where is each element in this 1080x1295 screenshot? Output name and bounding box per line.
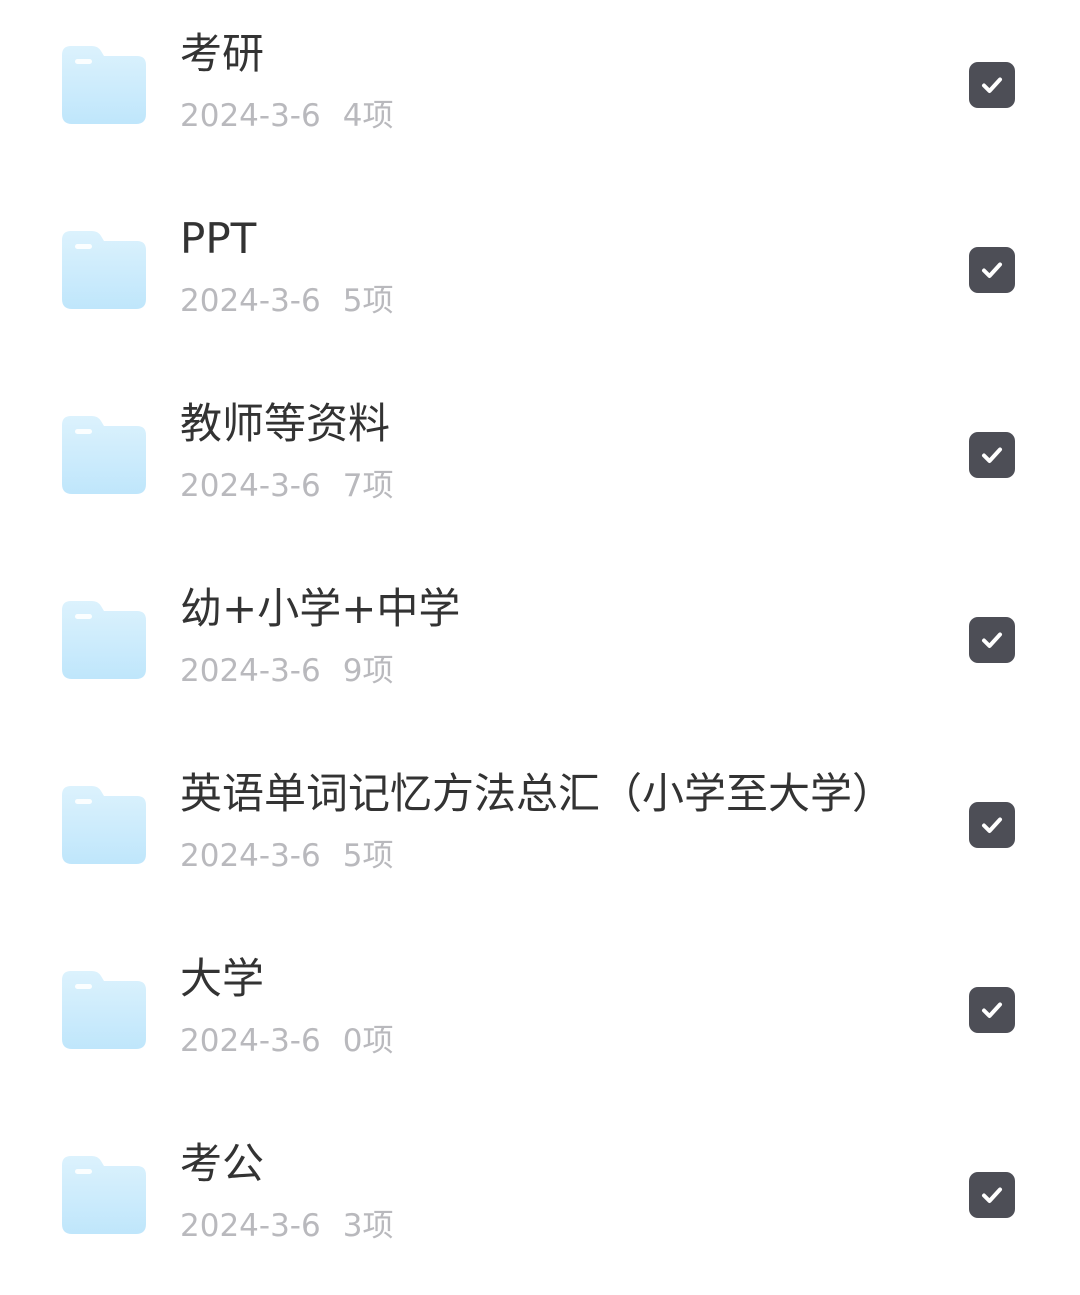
folder-item-count: 7项 (342, 468, 394, 504)
select-checkbox[interactable] (969, 432, 1015, 478)
folder-list: 考研 2024-3-6 4项 PPT 2024-3-6 5项 教师等资料 2024-… (0, 0, 1080, 1250)
folder-row[interactable]: 考公 2024-3-6 3项 (0, 1110, 1080, 1295)
checkmark-icon (982, 1002, 1002, 1018)
folder-meta: 2024-3-6 9项 (180, 651, 393, 691)
folder-icon (62, 970, 146, 1050)
select-checkbox[interactable] (969, 247, 1015, 293)
folder-icon (62, 230, 146, 310)
checkmark-icon (982, 447, 1002, 463)
folder-icon (62, 415, 146, 495)
select-checkbox[interactable] (969, 62, 1015, 108)
folder-date: 2024-3-6 (180, 1208, 321, 1244)
folder-meta: 2024-3-6 5项 (180, 281, 393, 321)
folder-name: PPT (180, 214, 257, 263)
folder-meta: 2024-3-6 0项 (180, 1021, 393, 1061)
folder-icon (62, 45, 146, 125)
folder-date: 2024-3-6 (180, 838, 321, 874)
folder-name: 英语单词记忆方法总汇（小学至大学） (180, 769, 895, 818)
folder-date: 2024-3-6 (180, 653, 321, 689)
folder-icon (62, 785, 146, 865)
folder-name: 考研 (180, 29, 265, 78)
folder-item-count: 9项 (342, 653, 394, 689)
folder-row[interactable]: 英语单词记忆方法总汇（小学至大学） 2024-3-6 5项 (0, 740, 1080, 925)
checkmark-icon (982, 632, 1002, 648)
folder-name: 大学 (180, 954, 265, 1003)
folder-meta: 2024-3-6 7项 (180, 466, 393, 506)
folder-date: 2024-3-6 (180, 1023, 321, 1059)
checkmark-icon (982, 817, 1002, 833)
folder-row[interactable]: PPT 2024-3-6 5项 (0, 185, 1080, 370)
folder-name: 幼+小学+中学 (180, 584, 461, 633)
checkmark-icon (982, 77, 1002, 93)
select-checkbox[interactable] (969, 617, 1015, 663)
folder-name: 教师等资料 (180, 399, 391, 448)
folder-row[interactable]: 考研 2024-3-6 4项 (0, 0, 1080, 185)
folder-icon (62, 1155, 146, 1235)
folder-date: 2024-3-6 (180, 283, 321, 319)
folder-meta: 2024-3-6 5项 (180, 836, 393, 876)
folder-date: 2024-3-6 (180, 98, 321, 134)
folder-item-count: 5项 (342, 838, 394, 874)
checkmark-icon (982, 262, 1002, 278)
folder-row[interactable]: 幼+小学+中学 2024-3-6 9项 (0, 555, 1080, 740)
folder-item-count: 3项 (342, 1208, 394, 1244)
folder-date: 2024-3-6 (180, 468, 321, 504)
folder-row[interactable]: 大学 2024-3-6 0项 (0, 925, 1080, 1110)
folder-row[interactable]: 教师等资料 2024-3-6 7项 (0, 370, 1080, 555)
folder-item-count: 4项 (342, 98, 394, 134)
checkmark-icon (982, 1187, 1002, 1203)
folder-item-count: 0项 (342, 1023, 394, 1059)
select-checkbox[interactable] (969, 987, 1015, 1033)
folder-meta: 2024-3-6 4项 (180, 96, 393, 136)
folder-meta: 2024-3-6 3项 (180, 1206, 393, 1246)
select-checkbox[interactable] (969, 802, 1015, 848)
folder-icon (62, 600, 146, 680)
select-checkbox[interactable] (969, 1172, 1015, 1218)
folder-name: 考公 (180, 1139, 265, 1188)
folder-item-count: 5项 (342, 283, 394, 319)
